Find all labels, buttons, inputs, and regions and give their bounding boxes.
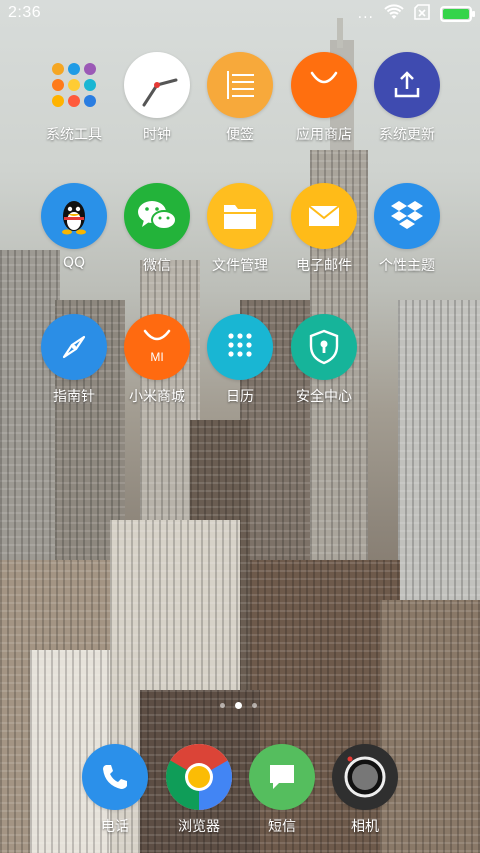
- app-qq[interactable]: QQ: [32, 183, 116, 271]
- page-dot[interactable]: [220, 703, 225, 708]
- app-label: 指南针: [53, 389, 95, 405]
- app-wechat[interactable]: 微信: [115, 183, 199, 275]
- dropbox-icon: [374, 183, 440, 249]
- app-label: 小米商城: [129, 389, 185, 405]
- tools-folder-icon: [41, 52, 107, 118]
- app-label: 时钟: [143, 127, 171, 143]
- dock-camera[interactable]: 相机: [323, 744, 407, 836]
- folder-icon: [207, 183, 273, 249]
- mi-logo-text: MI: [150, 350, 163, 364]
- app-label: 安全中心: [296, 389, 352, 405]
- sim-card-icon: [414, 4, 430, 24]
- qq-penguin-icon: [41, 183, 107, 249]
- battery-icon: [440, 6, 475, 22]
- app-email[interactable]: 电子邮件: [282, 183, 366, 275]
- app-label: 相机: [351, 819, 379, 835]
- dock-browser[interactable]: 浏览器: [157, 744, 241, 836]
- browser-icon: [166, 744, 232, 810]
- app-file-manager[interactable]: 文件管理: [198, 183, 282, 275]
- wechat-icon: [124, 183, 190, 249]
- app-label: 日历: [226, 389, 254, 405]
- app-app-store[interactable]: 应用商店: [282, 52, 366, 144]
- app-mi-store[interactable]: MI 小米商城: [115, 314, 199, 406]
- more-dots-icon: ...: [357, 6, 374, 22]
- mi-store-bag-icon: MI: [124, 314, 190, 380]
- app-label: 便签: [226, 127, 254, 143]
- status-time: 2:36: [8, 4, 42, 21]
- app-clock[interactable]: 时钟: [115, 52, 199, 144]
- app-system-update[interactable]: 系统更新: [365, 52, 449, 144]
- app-label: 微信: [143, 258, 171, 274]
- app-label: 短信: [268, 819, 296, 835]
- page-dot-active[interactable]: [235, 702, 242, 709]
- status-bar: 2:36 ...: [0, 0, 480, 28]
- app-store-bag-icon: [291, 52, 357, 118]
- app-label: QQ: [62, 255, 86, 271]
- page-dot[interactable]: [252, 703, 257, 708]
- app-label: 文件管理: [212, 258, 268, 274]
- app-themes[interactable]: 个性主题: [365, 183, 449, 275]
- app-label: 应用商店: [296, 127, 352, 143]
- app-system-tools[interactable]: 系统工具: [32, 52, 116, 144]
- mail-icon: [291, 183, 357, 249]
- app-label: 个性主题: [379, 258, 435, 274]
- app-calendar[interactable]: 日历: [198, 314, 282, 406]
- shield-icon: [291, 314, 357, 380]
- notes-icon: [207, 52, 273, 118]
- app-security-center[interactable]: 安全中心: [282, 314, 366, 406]
- app-label: 电话: [101, 819, 129, 835]
- phone-icon: [82, 744, 148, 810]
- app-notes[interactable]: 便签: [198, 52, 282, 144]
- app-label: 系统工具: [46, 127, 102, 143]
- app-compass[interactable]: 指南针: [32, 314, 116, 406]
- message-icon: [249, 744, 315, 810]
- app-label: 浏览器: [178, 819, 220, 835]
- app-label: 电子邮件: [296, 258, 352, 274]
- app-label: 系统更新: [379, 127, 435, 143]
- dock-messages[interactable]: 短信: [240, 744, 324, 836]
- upload-icon: [374, 52, 440, 118]
- compass-icon: [41, 314, 107, 380]
- page-indicator: [220, 702, 257, 709]
- dial-pad-icon: [207, 314, 273, 380]
- clock-icon: [124, 52, 190, 118]
- dock-phone[interactable]: 电话: [73, 744, 157, 836]
- camera-icon: [332, 744, 398, 810]
- wifi-icon: [384, 4, 404, 24]
